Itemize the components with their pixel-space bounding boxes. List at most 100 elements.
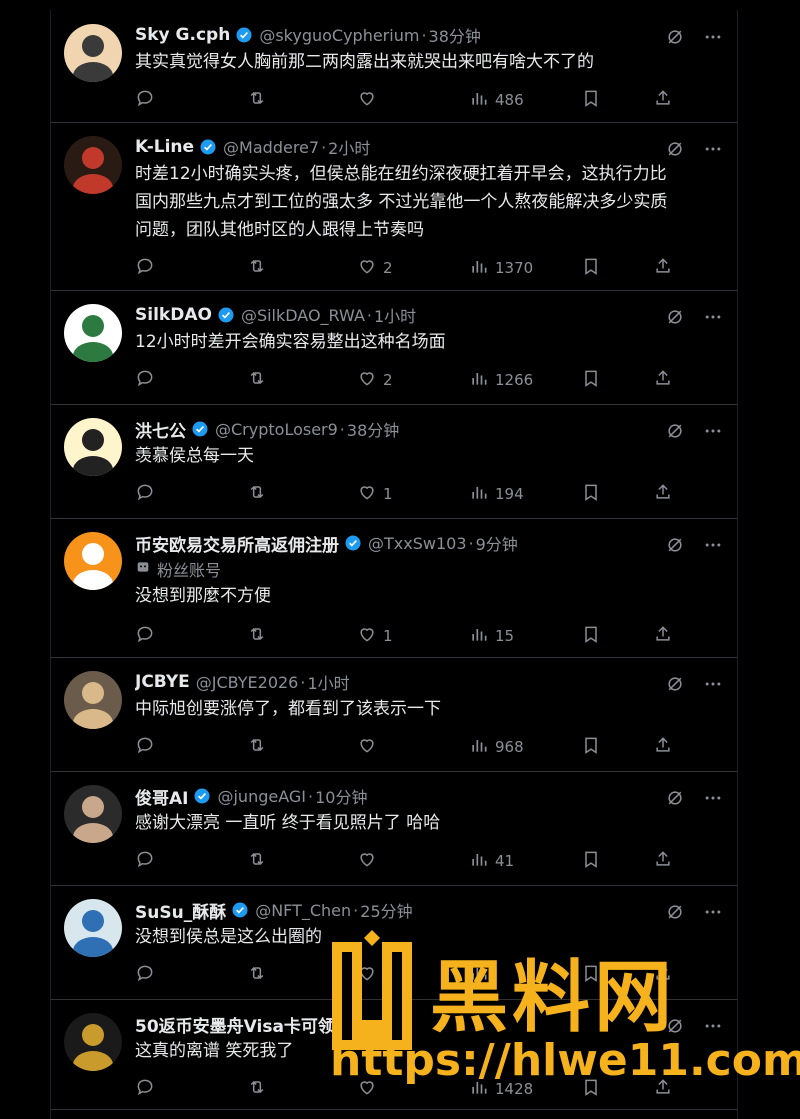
views-button[interactable]: 194 <box>469 482 524 506</box>
tweet[interactable]: K-Line @Maddere7 · 2小时 时差12小时确实头疼，但侯总能在纽约深夜硬… <box>51 122 737 291</box>
retweet-button[interactable] <box>247 368 273 392</box>
display-name[interactable]: K-Line <box>135 137 194 157</box>
avatar[interactable] <box>64 136 122 194</box>
retweet-button[interactable] <box>247 482 273 506</box>
like-button[interactable]: 2 <box>357 256 393 280</box>
retweet-button[interactable] <box>247 624 273 648</box>
views-button[interactable]: 968 <box>469 735 524 759</box>
grok-icon[interactable] <box>665 139 685 163</box>
views-button[interactable]: 1370 <box>469 256 533 280</box>
display-name[interactable]: 俊哥AI <box>135 784 188 809</box>
like-button[interactable] <box>357 849 383 873</box>
more-icon[interactable] <box>703 788 723 812</box>
display-name[interactable]: SilkDAO <box>135 305 212 325</box>
share-button[interactable] <box>653 256 673 280</box>
share-button[interactable] <box>653 482 673 506</box>
more-icon[interactable] <box>703 27 723 51</box>
timestamp[interactable]: 1小时 <box>374 303 416 327</box>
reply-button[interactable] <box>135 735 161 759</box>
bookmark-button[interactable] <box>581 735 601 759</box>
timestamp[interactable]: 2小时 <box>328 135 370 159</box>
retweet-button[interactable] <box>247 88 273 112</box>
display-name[interactable]: JCBYE <box>135 672 190 692</box>
user-handle[interactable]: @jungeAGI <box>217 787 306 806</box>
tweet[interactable]: JCBYE @JCBYE2026 · 1小时 中际旭创要涨停了，都看到了该表示一下 96… <box>51 657 737 772</box>
timestamp[interactable]: 38分钟 <box>429 23 481 47</box>
grok-icon[interactable] <box>665 535 685 559</box>
grok-icon[interactable] <box>665 788 685 812</box>
display-name[interactable]: 币安欧易交易所高返佣注册 <box>135 531 339 556</box>
avatar[interactable] <box>64 532 122 590</box>
avatar[interactable] <box>64 24 122 82</box>
grok-icon[interactable] <box>665 674 685 698</box>
avatar[interactable] <box>64 304 122 362</box>
display-name[interactable]: 洪七公 <box>135 417 186 442</box>
like-button[interactable] <box>357 735 383 759</box>
avatar[interactable] <box>64 671 122 729</box>
share-button[interactable] <box>653 849 673 873</box>
avatar[interactable] <box>64 785 122 843</box>
user-handle[interactable]: @JCBYE2026 <box>196 673 299 692</box>
views-button[interactable]: 486 <box>469 88 524 112</box>
timestamp[interactable]: 9分钟 <box>476 531 518 555</box>
views-button[interactable]: 1266 <box>469 368 533 392</box>
bookmark-button[interactable] <box>581 624 601 648</box>
grok-icon[interactable] <box>665 27 685 51</box>
user-handle[interactable]: @TxxSw103 <box>368 534 467 553</box>
retweet-button[interactable] <box>247 256 273 280</box>
grok-icon[interactable] <box>665 421 685 445</box>
timestamp[interactable]: 38分钟 <box>347 417 399 441</box>
avatar[interactable] <box>64 899 122 957</box>
like-button[interactable]: 1 <box>357 482 393 506</box>
reply-button[interactable] <box>135 368 161 392</box>
bookmark-button[interactable] <box>581 482 601 506</box>
avatar[interactable] <box>64 418 122 476</box>
user-handle[interactable]: @Maddere7 <box>223 138 319 157</box>
tweet[interactable]: Sky G.cph @skyguoCypherium · 38分钟 其实真觉得女人胸前那… <box>51 10 737 123</box>
retweet-button[interactable] <box>247 735 273 759</box>
views-button[interactable]: 41 <box>469 849 514 873</box>
user-handle[interactable]: @skyguoCypherium <box>259 26 419 45</box>
grok-icon[interactable] <box>665 307 685 331</box>
reply-button[interactable] <box>135 963 161 987</box>
display-name[interactable]: SuSu_酥酥 <box>135 898 226 923</box>
more-icon[interactable] <box>703 139 723 163</box>
like-button[interactable] <box>357 88 383 112</box>
reply-button[interactable] <box>135 88 161 112</box>
tweet[interactable]: 洪七公 @CryptoLoser9 · 38分钟 羡慕侯总每一天 1 194 <box>51 404 737 519</box>
tweet[interactable]: SilkDAO @SilkDAO_RWA · 1小时 12小时时差开会确实容易整出这种名… <box>51 290 737 405</box>
bookmark-button[interactable] <box>581 849 601 873</box>
user-handle[interactable]: @NFT_Chen <box>255 901 351 920</box>
like-button[interactable]: 1 <box>357 624 393 648</box>
reply-button[interactable] <box>135 849 161 873</box>
views-button[interactable]: 15 <box>469 624 514 648</box>
share-button[interactable] <box>653 735 673 759</box>
bookmark-button[interactable] <box>581 88 601 112</box>
display-name[interactable]: Sky G.cph <box>135 25 230 45</box>
more-icon[interactable] <box>703 307 723 331</box>
timestamp[interactable]: 1小时 <box>307 670 349 694</box>
tweet[interactable]: 俊哥AI @jungeAGI · 10分钟 感谢大漂亮 一直听 终于看见照片了 哈哈 4… <box>51 771 737 886</box>
share-button[interactable] <box>653 368 673 392</box>
avatar[interactable] <box>64 1013 122 1071</box>
retweet-button[interactable] <box>247 963 273 987</box>
grok-icon[interactable] <box>665 902 685 926</box>
share-button[interactable] <box>653 624 673 648</box>
like-button[interactable]: 2 <box>357 368 393 392</box>
share-button[interactable] <box>653 88 673 112</box>
retweet-button[interactable] <box>247 849 273 873</box>
retweet-button[interactable] <box>247 1077 273 1101</box>
timestamp[interactable]: 10分钟 <box>315 784 367 808</box>
more-icon[interactable] <box>703 902 723 926</box>
more-icon[interactable] <box>703 535 723 559</box>
user-handle[interactable]: @SilkDAO_RWA <box>241 306 365 325</box>
timestamp[interactable]: 25分钟 <box>360 898 412 922</box>
reply-button[interactable] <box>135 256 161 280</box>
bookmark-button[interactable] <box>581 256 601 280</box>
reply-button[interactable] <box>135 1077 161 1101</box>
reply-button[interactable] <box>135 624 161 648</box>
user-handle[interactable]: @CryptoLoser9 <box>215 420 338 439</box>
more-icon[interactable] <box>703 674 723 698</box>
tweet[interactable]: 币安欧易交易所高返佣注册 @TxxSw103 · 9分钟 粉丝账号 没想到那麼不方便 1 … <box>51 518 737 658</box>
reply-button[interactable] <box>135 482 161 506</box>
